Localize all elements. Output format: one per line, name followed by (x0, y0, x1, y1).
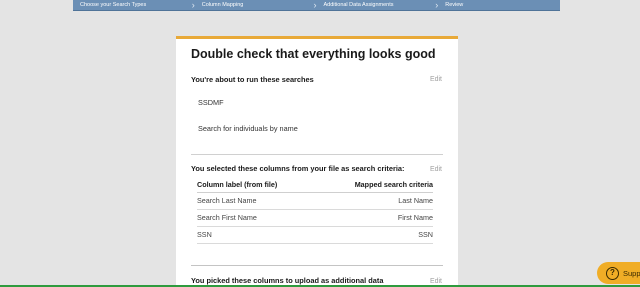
table-row: Search Last Name Last Name (197, 193, 433, 210)
support-label: Supp (623, 268, 640, 278)
step-label: Column Mapping (201, 1, 244, 8)
table-row: Search First Name First Name (197, 210, 433, 227)
question-icon: ? (606, 266, 619, 280)
file-label-cell: SSN (197, 230, 212, 239)
wizard-steps-bar: Choose your Search Types › Column Mappin… (73, 0, 560, 11)
step-label: Choose your Search Types (80, 1, 147, 8)
edit-criteria-link[interactable]: Edit (430, 166, 442, 173)
criteria-cell: Last Name (398, 196, 433, 205)
column-header-file-label: Column label (from file) (197, 180, 278, 189)
additional-section-title: You picked these columns to upload as ad… (191, 276, 384, 285)
criteria-table: Column label (from file) Mapped search c… (197, 180, 433, 244)
table-header: Column label (from file) Mapped search c… (197, 180, 433, 193)
step-additional-data[interactable]: Additional Data Assignments › (317, 0, 439, 11)
search-item-ssdmf: SSDMF (198, 98, 224, 107)
step-column-mapping[interactable]: Column Mapping › (195, 0, 317, 11)
support-button[interactable]: ? Supp (597, 262, 640, 284)
step-review[interactable]: Review (438, 0, 560, 11)
criteria-section-title: You selected these columns from your fil… (191, 164, 405, 173)
step-label: Review (445, 1, 464, 8)
additional-data-section: You picked these columns to upload as ad… (191, 276, 443, 285)
criteria-cell: SSN (418, 230, 433, 239)
searches-section-title: You're about to run these searches (191, 75, 314, 84)
divider (191, 154, 443, 155)
divider (191, 265, 443, 266)
edit-searches-link[interactable]: Edit (430, 76, 442, 83)
file-label-cell: Search First Name (197, 213, 257, 222)
page-title: Double check that everything looks good (191, 47, 436, 61)
criteria-cell: First Name (397, 213, 433, 222)
searches-section: You're about to run these searches Edit … (191, 75, 443, 133)
file-label-cell: Search Last Name (197, 196, 257, 205)
search-item-individuals: Search for individuals by name (198, 124, 298, 133)
table-row: SSN SSN (197, 227, 433, 244)
review-card: Double check that everything looks good … (176, 36, 458, 287)
edit-additional-link[interactable]: Edit (430, 278, 442, 285)
step-label: Additional Data Assignments (323, 1, 394, 8)
criteria-section: You selected these columns from your fil… (191, 164, 443, 244)
step-choose-search-types[interactable]: Choose your Search Types › (73, 0, 195, 11)
column-header-mapped-criteria: Mapped search criteria (354, 180, 433, 189)
